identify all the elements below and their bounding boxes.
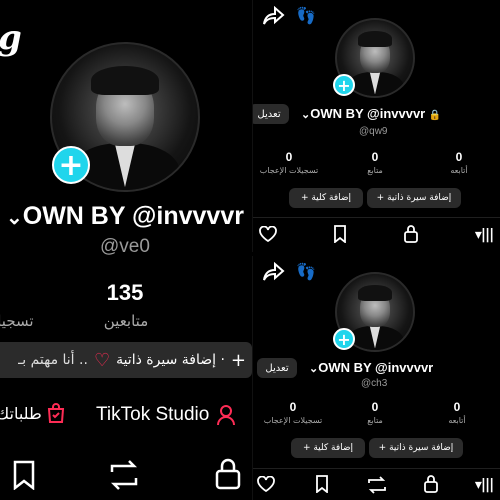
heart-icon[interactable] [257, 476, 275, 492]
chevron-down-icon: ⌄ [309, 363, 319, 375]
followers-label: متابع [367, 416, 383, 425]
studio-label: TikTok Studio [96, 404, 210, 425]
tab-divider [253, 217, 500, 218]
following-count[interactable]: 0 [439, 150, 479, 164]
heart-icon: ♡ [93, 349, 111, 371]
followers-label: متابع [367, 166, 383, 175]
add-bio-button[interactable]: + إضافة سيرة ذاتية [367, 188, 461, 208]
person-icon [217, 405, 236, 426]
repost-icon[interactable] [108, 460, 140, 490]
likes-count[interactable]: 0 [269, 150, 309, 164]
following-label: متابعين [103, 312, 149, 330]
add-avatar-button[interactable]: + [52, 146, 90, 184]
profile-pane-top: 👣 + تعديل ⌄OWN BY @invvvvr 🔒 @qw9 0 تسجي… [252, 0, 500, 252]
lock-icon: 🔒 [428, 110, 442, 121]
lock-icon[interactable] [423, 474, 439, 494]
followers-count[interactable]: 0 [355, 150, 395, 164]
footprints-icon[interactable]: 👣 [295, 4, 317, 26]
likes-count[interactable]: 0 [273, 400, 313, 414]
lock-icon[interactable] [403, 224, 419, 244]
add-college-button[interactable]: + إضافة كلية [289, 188, 363, 208]
heart-icon[interactable] [259, 226, 277, 242]
followers-count[interactable]: 0 [355, 400, 395, 414]
footprints-icon[interactable]: 👣 [295, 260, 317, 282]
likes-label-cut: تسجيل [0, 312, 34, 330]
menu-icon[interactable]: ▾||| [469, 224, 499, 246]
likes-label: تسجيلات الإعجاب [259, 166, 319, 175]
share-icon[interactable] [263, 262, 285, 282]
bag-icon [47, 403, 64, 423]
add-avatar-button[interactable]: + [333, 74, 355, 96]
plus-icon: + [337, 329, 351, 349]
following-label: أتابعه [448, 416, 466, 425]
bookmark-icon[interactable] [315, 475, 329, 493]
following-label: أتابعه [450, 166, 468, 175]
menu-icon[interactable]: ▾||| [469, 474, 499, 496]
zoomed-profile-pane: g + ⌄OWN BY @invvvvr @ve0 135 متابعين تس… [0, 0, 252, 500]
chevron-down-icon: ⌄ [6, 207, 23, 229]
likes-label: تسجيلات الإعجاب [263, 416, 323, 425]
tiktok-studio-link[interactable]: TikTok Studio [96, 404, 237, 426]
plus-icon: + [337, 75, 351, 95]
lock-icon[interactable] [214, 458, 242, 490]
interests-text: أنا مهتم بـ .. [18, 352, 88, 368]
chevron-down-icon: ⌄ [301, 109, 311, 121]
plus-icon: + [230, 349, 246, 371]
orders-label: طلباتك [0, 403, 42, 423]
add-college-button[interactable]: + إضافة كلية [291, 438, 365, 458]
username-handle: @ch3 [361, 378, 388, 389]
share-icon[interactable] [263, 6, 285, 26]
repost-icon[interactable] [367, 476, 387, 494]
username-handle: @qw9 [359, 126, 388, 137]
plus-icon: + [58, 147, 84, 183]
bookmark-icon[interactable] [333, 225, 347, 243]
username-handle: @ve0 [100, 236, 150, 257]
following-count[interactable]: 135 [90, 280, 160, 306]
display-name[interactable]: ⌄OWN BY @invvvvr 🔒 [301, 106, 441, 121]
partial-glyph: g [0, 18, 22, 58]
profile-pane-bottom: 👣 + تعديل ⌄OWN BY @invvvvr @ch3 0 تسجيلا… [252, 256, 500, 500]
add-avatar-button[interactable]: + [333, 328, 355, 350]
display-name[interactable]: ⌄OWN BY @invvvvr [309, 360, 433, 375]
bio-interests-bar[interactable]: أنا مهتم بـ .. ♡ إضافة سيرة ذاتية · + [0, 342, 252, 378]
edit-profile-button[interactable]: تعديل [257, 358, 297, 378]
bookmark-icon[interactable] [12, 460, 36, 490]
add-bio-button[interactable]: + إضافة سيرة ذاتية [369, 438, 463, 458]
tab-divider [253, 468, 500, 469]
edit-profile-button[interactable]: تعديل [253, 104, 289, 124]
following-count[interactable]: 0 [437, 400, 477, 414]
display-name[interactable]: ⌄OWN BY @invvvvr [6, 202, 244, 231]
add-bio-text: إضافة سيرة ذاتية · [116, 352, 225, 368]
orders-link[interactable]: طلباتك [0, 402, 66, 424]
